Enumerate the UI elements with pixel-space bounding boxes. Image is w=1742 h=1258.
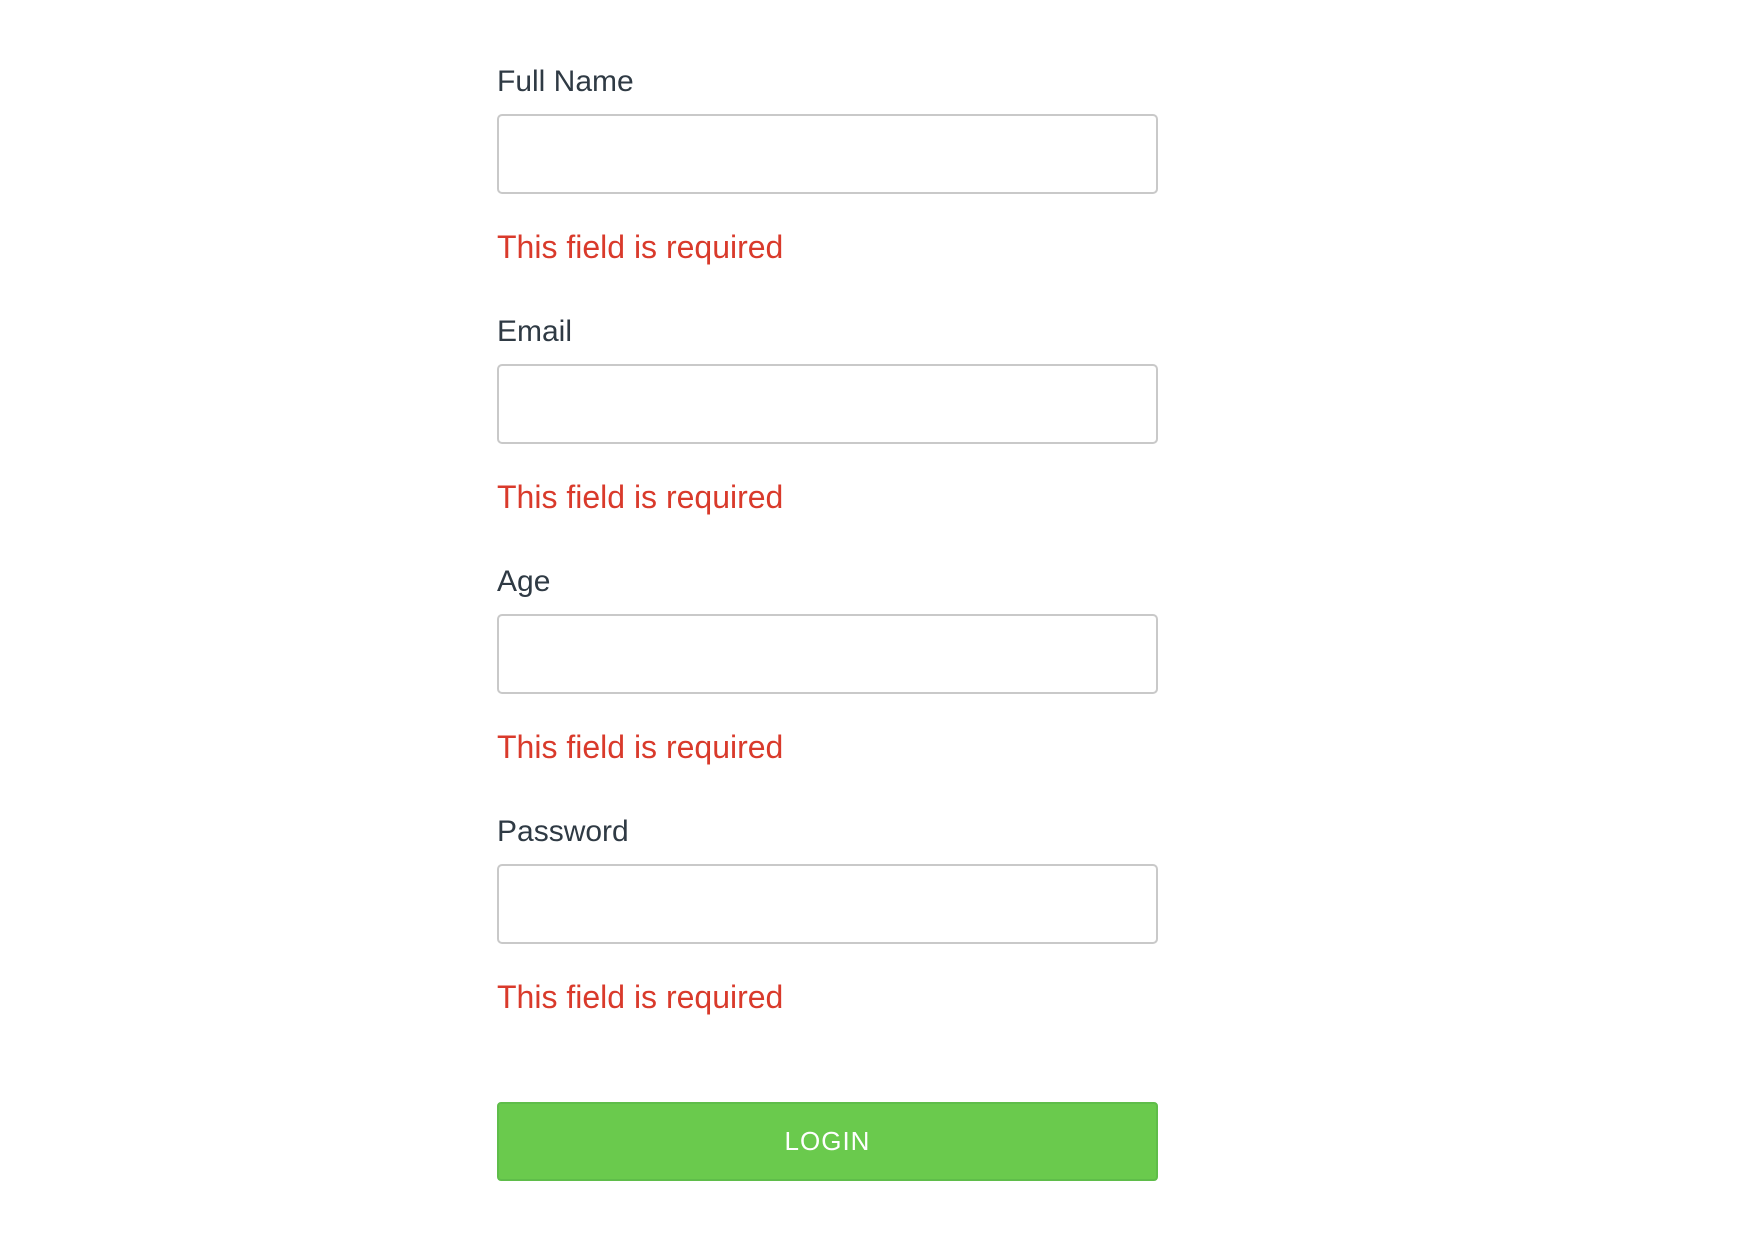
age-field-group: Age This field is required bbox=[497, 500, 1158, 765]
full-name-field-group: Full Name This field is required bbox=[497, 0, 1158, 265]
password-field-group: Password This field is required bbox=[497, 750, 1158, 1015]
age-input[interactable] bbox=[497, 614, 1158, 694]
email-field-group: Email This field is required bbox=[497, 250, 1158, 515]
password-error-message: This field is required bbox=[497, 979, 784, 1015]
login-button[interactable]: LOGIN bbox=[497, 1102, 1158, 1181]
full-name-input[interactable] bbox=[497, 114, 1158, 194]
email-label: Email bbox=[497, 315, 573, 348]
password-input[interactable] bbox=[497, 864, 1158, 944]
full-name-label: Full Name bbox=[497, 65, 634, 98]
password-label: Password bbox=[497, 815, 629, 848]
login-form: Full Name This field is required Email T… bbox=[497, 0, 1158, 1181]
email-input[interactable] bbox=[497, 364, 1158, 444]
age-label: Age bbox=[497, 565, 551, 598]
